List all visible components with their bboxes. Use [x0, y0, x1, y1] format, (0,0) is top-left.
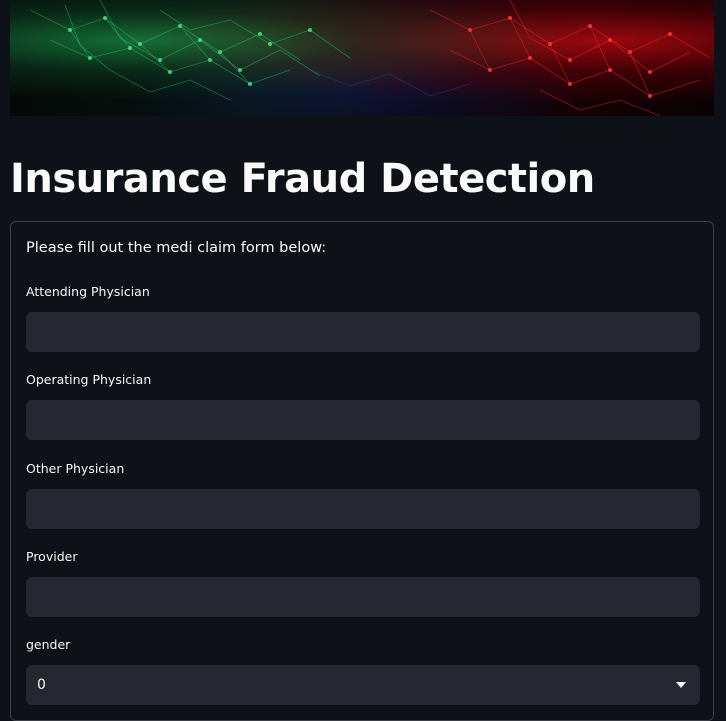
provider-label: Provider [26, 549, 78, 564]
chevron-down-icon [676, 682, 686, 688]
other-physician-input[interactable] [26, 489, 700, 529]
header-banner-image [10, 0, 714, 116]
gender-selected-value: 0 [37, 677, 46, 693]
page-title: Insurance Fraud Detection [10, 156, 595, 202]
gender-select[interactable]: 0 [26, 665, 700, 705]
attending-physician-input[interactable] [26, 312, 700, 352]
other-physician-label: Other Physician [26, 461, 125, 476]
network-graphic [29, 0, 711, 116]
gender-label: gender [26, 637, 71, 652]
operating-physician-input[interactable] [26, 400, 700, 440]
operating-physician-label: Operating Physician [26, 372, 152, 387]
provider-input[interactable] [26, 577, 700, 617]
form-intro-text: Please fill out the medi claim form belo… [26, 240, 327, 256]
attending-physician-label: Attending Physician [26, 284, 150, 299]
claim-form: Please fill out the medi claim form belo… [10, 221, 714, 721]
